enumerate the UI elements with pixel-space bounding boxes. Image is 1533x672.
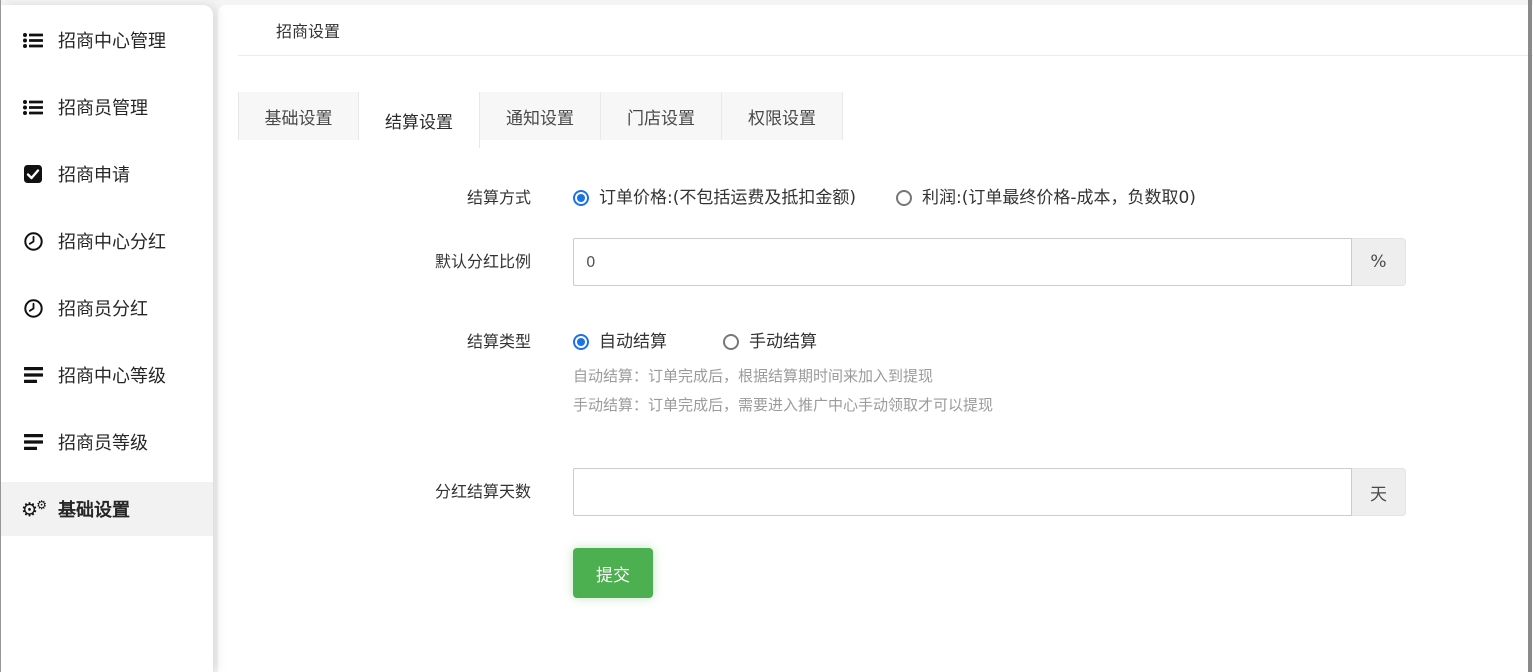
default-ratio-group: % xyxy=(573,238,1406,286)
sidebar-item-label: 招商员管理 xyxy=(58,94,148,120)
sidebar-item-label: 招商中心管理 xyxy=(58,27,166,53)
radio-auto-settle[interactable] xyxy=(573,334,589,350)
form-row-settlement-days: 分红结算天数 天 xyxy=(218,468,1533,516)
sidebar-item-center-dividend[interactable]: 招商中心分红 xyxy=(1,214,213,268)
sidebar-item-staff-level[interactable]: 招商员等级 xyxy=(1,415,213,469)
tab-store-settings[interactable]: 门店设置 xyxy=(601,92,722,140)
sidebar-item-merchant-apply[interactable]: 招商申请 xyxy=(1,147,213,201)
sidebar-item-label: 招商员分红 xyxy=(58,295,148,321)
settlement-method-options: 订单价格:(不包括运费及抵扣金额) 利润:(订单最终价格-成本，负数取0) xyxy=(573,186,1196,210)
radio-manual-settle[interactable] xyxy=(723,334,739,350)
sidebar: 招商中心管理 招商员管理 招商申请 xyxy=(1,5,213,672)
sidebar-item-merchant-staff-manage[interactable]: 招商员管理 xyxy=(1,80,213,134)
align-left-icon xyxy=(21,434,45,450)
sidebar-item-staff-dividend[interactable]: 招商员分红 xyxy=(1,281,213,335)
check-square-icon xyxy=(21,165,45,183)
app-window: 招商中心管理 招商员管理 招商申请 xyxy=(1,0,1533,672)
settlement-form: 结算方式 订单价格:(不包括运费及抵扣金额) 利润:(订单最终价格-成本，负数取… xyxy=(218,186,1533,598)
percent-addon: % xyxy=(1352,238,1406,286)
tab-permission-settings[interactable]: 权限设置 xyxy=(722,92,843,140)
help-auto-settle: 自动结算：订单完成后，根据结算期时间来加入到提现 xyxy=(573,362,993,391)
tab-basic-settings[interactable]: 基础设置 xyxy=(238,92,359,140)
settlement-type-help: 自动结算：订单完成后，根据结算期时间来加入到提现 手动结算：订单完成后，需要进入… xyxy=(573,362,993,420)
days-addon: 天 xyxy=(1352,468,1406,516)
list-icon xyxy=(21,99,45,116)
sidebar-item-center-level[interactable]: 招商中心等级 xyxy=(1,348,213,402)
form-row-settlement-type: 结算类型 自动结算 手动结算 自动结算：订单完成后，根据结算期时间来加入到提现 … xyxy=(218,330,1533,420)
default-ratio-input[interactable] xyxy=(573,238,1352,286)
sidebar-item-basic-settings[interactable]: ⚙⚙ 基础设置 xyxy=(1,482,213,536)
sidebar-item-label: 招商中心分红 xyxy=(58,228,166,254)
page-title: 招商设置 xyxy=(276,18,340,42)
form-row-settlement-method: 结算方式 订单价格:(不包括运费及抵扣金额) 利润:(订单最终价格-成本，负数取… xyxy=(218,186,1533,210)
main-content: 招商设置 基础设置 结算设置 通知设置 门店设置 权限设置 结算方式 订单价格:… xyxy=(218,5,1533,672)
vertical-scrollbar[interactable] xyxy=(1528,0,1532,672)
settlement-type-label: 结算类型 xyxy=(218,330,531,354)
form-row-submit: 提交 xyxy=(218,548,1533,598)
radio-profit[interactable] xyxy=(896,190,912,206)
radio-manual-settle-label[interactable]: 手动结算 xyxy=(749,330,817,354)
settlement-type-options: 自动结算 手动结算 xyxy=(573,330,993,354)
settlement-days-group: 天 xyxy=(573,468,1406,516)
settlement-days-label: 分红结算天数 xyxy=(218,468,531,516)
form-row-default-ratio: 默认分红比例 % xyxy=(218,238,1533,286)
tab-notify-settings[interactable]: 通知设置 xyxy=(480,92,601,140)
radio-order-price[interactable] xyxy=(573,190,589,206)
radio-profit-label[interactable]: 利润:(订单最终价格-成本，负数取0) xyxy=(922,186,1196,210)
sidebar-item-label: 招商员等级 xyxy=(58,429,148,455)
list-icon xyxy=(21,32,45,49)
clock-icon xyxy=(21,299,45,318)
settlement-days-input[interactable] xyxy=(573,468,1352,516)
sidebar-item-label: 基础设置 xyxy=(58,496,130,522)
default-ratio-label: 默认分红比例 xyxy=(218,238,531,286)
clock-icon xyxy=(21,232,45,251)
sidebar-item-label: 招商中心等级 xyxy=(58,362,166,388)
settings-tabbar: 基础设置 结算设置 通知设置 门店设置 权限设置 xyxy=(238,92,1533,148)
cogs-icon: ⚙⚙ xyxy=(21,498,45,520)
settlement-method-label: 结算方式 xyxy=(218,186,531,210)
radio-auto-settle-label[interactable]: 自动结算 xyxy=(599,330,667,354)
sidebar-item-label: 招商申请 xyxy=(58,161,130,187)
settlement-type-control: 自动结算 手动结算 自动结算：订单完成后，根据结算期时间来加入到提现 手动结算：… xyxy=(573,330,993,420)
align-left-icon xyxy=(21,367,45,383)
submit-button[interactable]: 提交 xyxy=(573,548,653,598)
page-header: 招商设置 xyxy=(238,5,1533,56)
tab-settlement-settings[interactable]: 结算设置 xyxy=(359,92,480,148)
help-manual-settle: 手动结算：订单完成后，需要进入推广中心手动领取才可以提现 xyxy=(573,391,993,420)
sidebar-item-merchant-center-manage[interactable]: 招商中心管理 xyxy=(1,13,213,67)
radio-order-price-label[interactable]: 订单价格:(不包括运费及抵扣金额) xyxy=(599,186,856,210)
